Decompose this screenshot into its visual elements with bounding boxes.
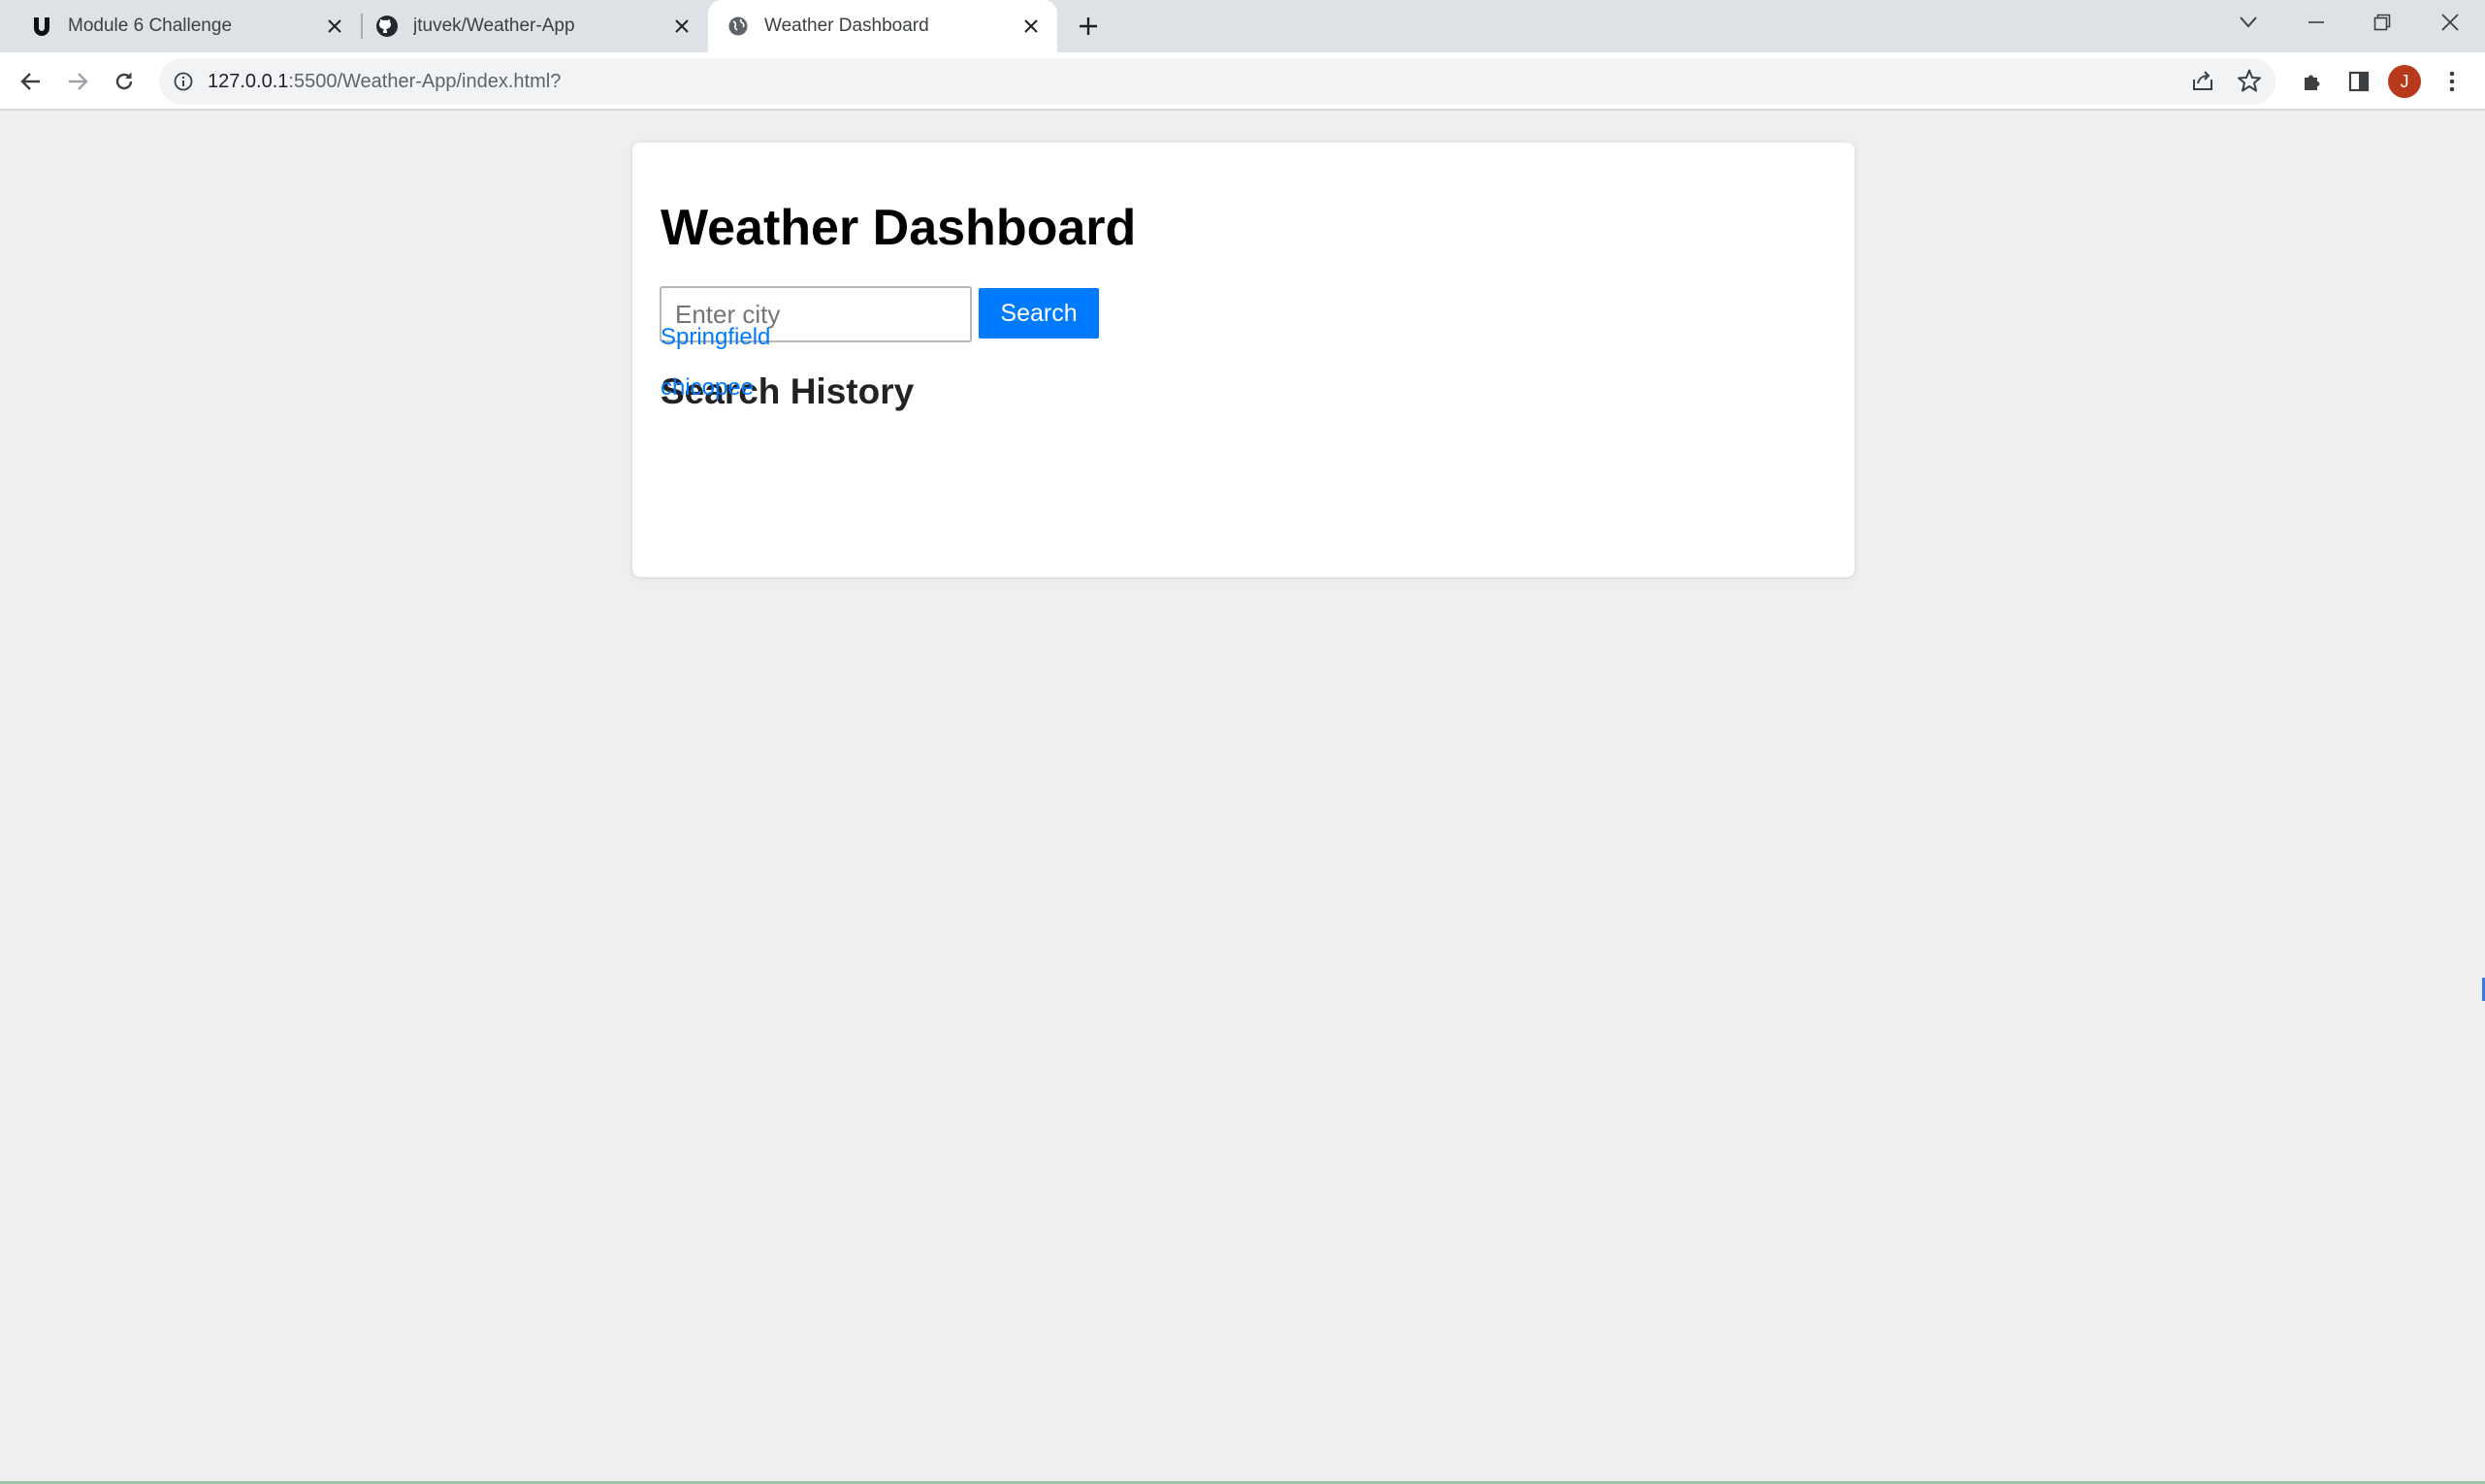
minimize-icon[interactable] — [2287, 0, 2345, 45]
forward-arrow-icon[interactable] — [58, 62, 97, 101]
new-tab-button[interactable] — [1071, 9, 1106, 44]
url-text: 127.0.0.1:5500/Weather-App/index.html? — [208, 71, 561, 93]
close-icon[interactable] — [320, 12, 349, 41]
u-logo-icon — [29, 14, 54, 39]
browser-tab-strip: Module 6 Challenge jtuvek/Weather-App We… — [0, 0, 2485, 52]
tab-title: Module 6 Challenge — [68, 16, 233, 36]
close-icon[interactable] — [667, 12, 696, 41]
page-viewport: Weather Dashboard Search Search History … — [0, 111, 2485, 1484]
weather-dashboard-card: Weather Dashboard Search Search History … — [632, 143, 1855, 577]
close-icon[interactable] — [1017, 12, 1046, 41]
browser-toolbar: 127.0.0.1:5500/Weather-App/index.html? J — [0, 52, 2485, 111]
github-icon — [374, 14, 400, 39]
back-arrow-icon[interactable] — [12, 62, 50, 101]
history-item-springfield[interactable]: Springfield — [661, 324, 770, 351]
profile-avatar[interactable]: J — [2388, 65, 2421, 98]
share-icon[interactable] — [2190, 68, 2215, 98]
url-host: 127.0.0.1 — [208, 70, 289, 92]
globe-icon — [726, 14, 751, 39]
tab-title: Weather Dashboard — [764, 16, 929, 36]
address-bar[interactable]: 127.0.0.1:5500/Weather-App/index.html? — [159, 58, 2275, 105]
extensions-puzzle-icon[interactable] — [2293, 62, 2332, 101]
tab-module-6-challenge[interactable]: Module 6 Challenge — [0, 0, 361, 52]
bookmark-star-icon[interactable] — [2237, 68, 2262, 98]
tab-weather-dashboard[interactable]: Weather Dashboard — [708, 0, 1057, 52]
side-panel-icon[interactable] — [2340, 62, 2378, 101]
info-icon[interactable] — [171, 69, 196, 94]
close-window-icon[interactable] — [2421, 0, 2479, 45]
history-item-chicopee[interactable]: chicopee — [661, 374, 754, 402]
reload-icon[interactable] — [105, 62, 144, 101]
tab-title: jtuvek/Weather-App — [413, 16, 575, 36]
tab-weather-app-repo[interactable]: jtuvek/Weather-App — [363, 0, 708, 52]
tab-search-icon[interactable] — [2219, 0, 2277, 45]
page-title: Weather Dashboard — [661, 200, 1137, 256]
more-menu-icon[interactable] — [2433, 62, 2471, 101]
search-button[interactable]: Search — [979, 288, 1099, 339]
restore-icon[interactable] — [2353, 0, 2411, 45]
url-path: :5500/Weather-App/index.html? — [288, 70, 562, 92]
